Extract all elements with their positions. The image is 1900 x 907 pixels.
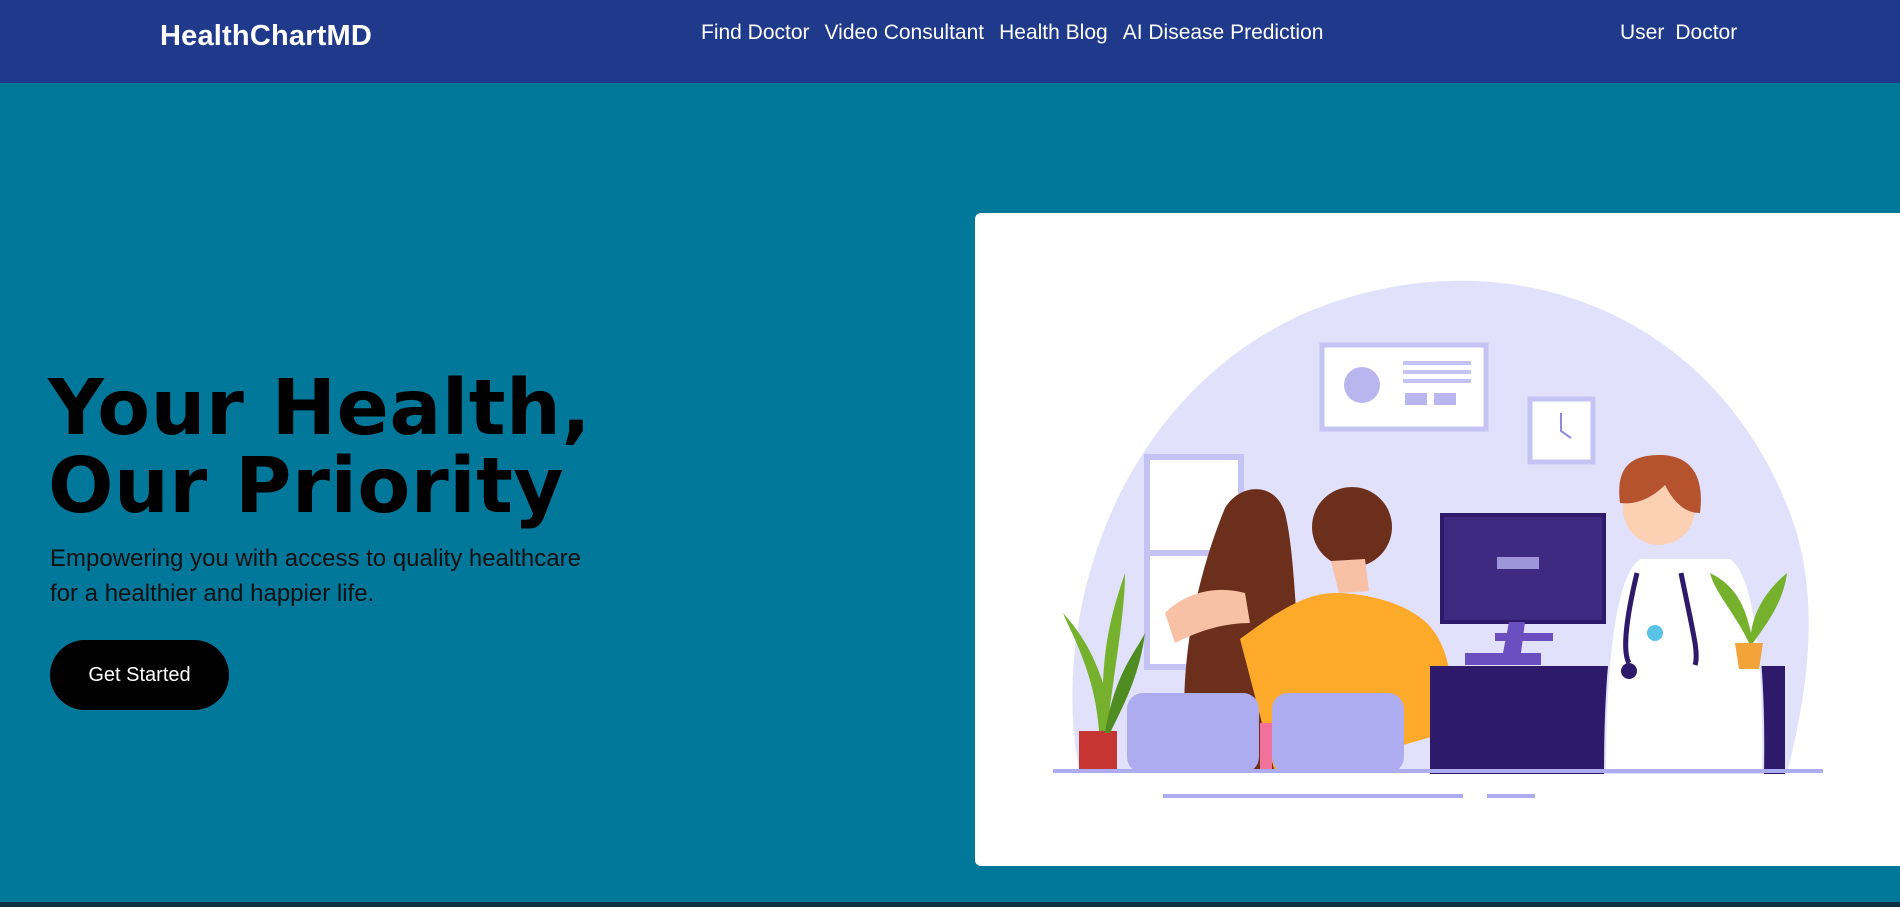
- nav-link-ai-disease-prediction[interactable]: AI Disease Prediction: [1123, 21, 1324, 45]
- top-navbar: HealthChartMD Find Doctor Video Consulta…: [0, 0, 1900, 83]
- get-started-button[interactable]: Get Started: [50, 640, 229, 710]
- account-nav: User Doctor: [1620, 21, 1737, 45]
- chair-left: [1127, 693, 1259, 773]
- nav-link-find-doctor[interactable]: Find Doctor: [701, 21, 810, 45]
- nav-link-health-blog[interactable]: Health Blog: [999, 21, 1108, 45]
- patient-man-hair: [1312, 487, 1392, 567]
- right-plant-pot: [1735, 643, 1763, 669]
- primary-nav: Find Doctor Video Consultant Health Blog…: [701, 21, 1323, 45]
- chair-right: [1272, 693, 1404, 773]
- left-plant-pot: [1079, 731, 1117, 771]
- poster-head-icon: [1344, 367, 1380, 403]
- hero-subtitle: Empowering you with access to quality he…: [50, 541, 670, 611]
- hero-subtitle-line-1: Empowering you with access to quality he…: [50, 545, 581, 572]
- doctor-consultation-illustration: [1053, 280, 1823, 798]
- hero-subtitle-line-2: for a healthier and happier life.: [50, 580, 375, 607]
- hero-illustration-card: [975, 213, 1900, 866]
- nav-link-video-consultant[interactable]: Video Consultant: [825, 21, 985, 45]
- floor-line: [1053, 769, 1823, 773]
- nav-link-user[interactable]: User: [1620, 21, 1664, 45]
- brand-logo[interactable]: HealthChartMD: [160, 20, 372, 53]
- hero-title: Your Health, Our Priority: [48, 364, 592, 531]
- nav-link-doctor[interactable]: Doctor: [1675, 21, 1737, 45]
- hero-bottom-border: [0, 902, 1900, 907]
